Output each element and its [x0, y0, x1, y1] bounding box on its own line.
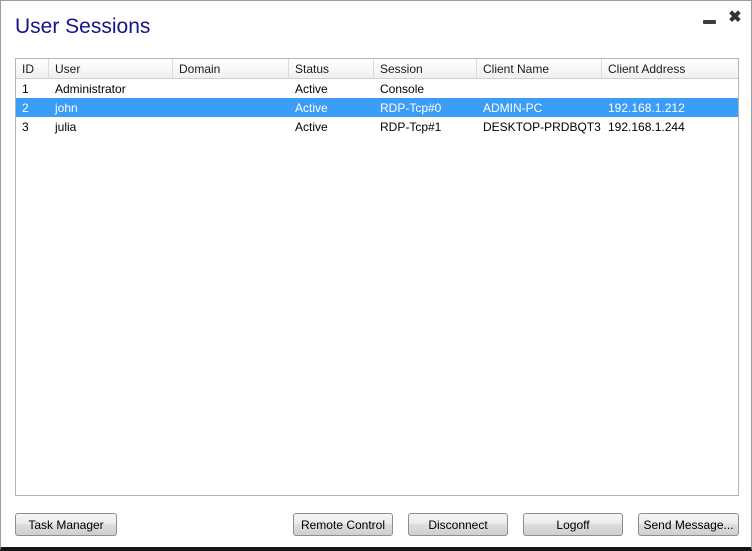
- minimize-button[interactable]: [700, 9, 718, 27]
- cell-status: Active: [295, 82, 328, 96]
- column-header-client-address[interactable]: Client Address: [602, 59, 738, 78]
- disconnect-button[interactable]: Disconnect: [408, 513, 508, 536]
- cell-user: julia: [55, 120, 77, 134]
- column-header-client-name[interactable]: Client Name: [477, 59, 602, 78]
- session-row[interactable]: 3 julia Active RDP-Tcp#1 DESKTOP-PRDBQT3…: [16, 117, 738, 136]
- session-row[interactable]: 2 john Active RDP-Tcp#0 ADMIN-PC 192.168…: [16, 98, 738, 117]
- column-header-domain[interactable]: Domain: [173, 59, 289, 78]
- cell-client-name: DESKTOP-PRDBQT3: [483, 120, 601, 134]
- cell-client-name: ADMIN-PC: [483, 101, 543, 115]
- sessions-table: ID User Domain Status Session Client Nam…: [15, 58, 739, 496]
- task-manager-button[interactable]: Task Manager: [15, 513, 117, 536]
- user-sessions-window: User Sessions ✖ ID User Domain Status Se…: [0, 0, 752, 551]
- cell-id: 2: [22, 101, 29, 115]
- remote-control-button[interactable]: Remote Control: [293, 513, 393, 536]
- column-header-status[interactable]: Status: [289, 59, 374, 78]
- cell-domain: [173, 79, 289, 98]
- cell-session: Console: [380, 82, 425, 96]
- cell-user: john: [55, 101, 78, 115]
- cell-client-address: 192.168.1.244: [608, 120, 685, 134]
- cell-user: Administrator: [55, 82, 126, 96]
- cell-id: 1: [22, 82, 29, 96]
- column-header-id[interactable]: ID: [16, 59, 49, 78]
- window-controls: ✖: [700, 7, 745, 29]
- cell-client-name: [477, 79, 602, 98]
- sessions-table-body: 1 Administrator Active Console 2 john Ac…: [16, 79, 738, 136]
- cell-client-address: [602, 79, 738, 98]
- sessions-table-header: ID User Domain Status Session Client Nam…: [16, 59, 738, 79]
- cell-status: Active: [295, 120, 328, 134]
- close-icon: ✖: [728, 9, 742, 26]
- window-title: User Sessions: [15, 15, 151, 38]
- cell-domain: [173, 117, 289, 136]
- send-message-button[interactable]: Send Message...: [638, 513, 739, 536]
- cell-id: 3: [22, 120, 29, 134]
- column-header-user[interactable]: User: [49, 59, 173, 78]
- minimize-icon: [702, 20, 716, 24]
- cell-session: RDP-Tcp#0: [380, 101, 442, 115]
- column-header-session[interactable]: Session: [374, 59, 477, 78]
- cell-session: RDP-Tcp#1: [380, 120, 442, 134]
- close-button[interactable]: ✖: [725, 8, 745, 28]
- cell-status: Active: [295, 101, 328, 115]
- cell-domain: [173, 98, 289, 117]
- logoff-button[interactable]: Logoff: [523, 513, 623, 536]
- cell-client-address: 192.168.1.212: [608, 101, 685, 115]
- session-row[interactable]: 1 Administrator Active Console: [16, 79, 738, 98]
